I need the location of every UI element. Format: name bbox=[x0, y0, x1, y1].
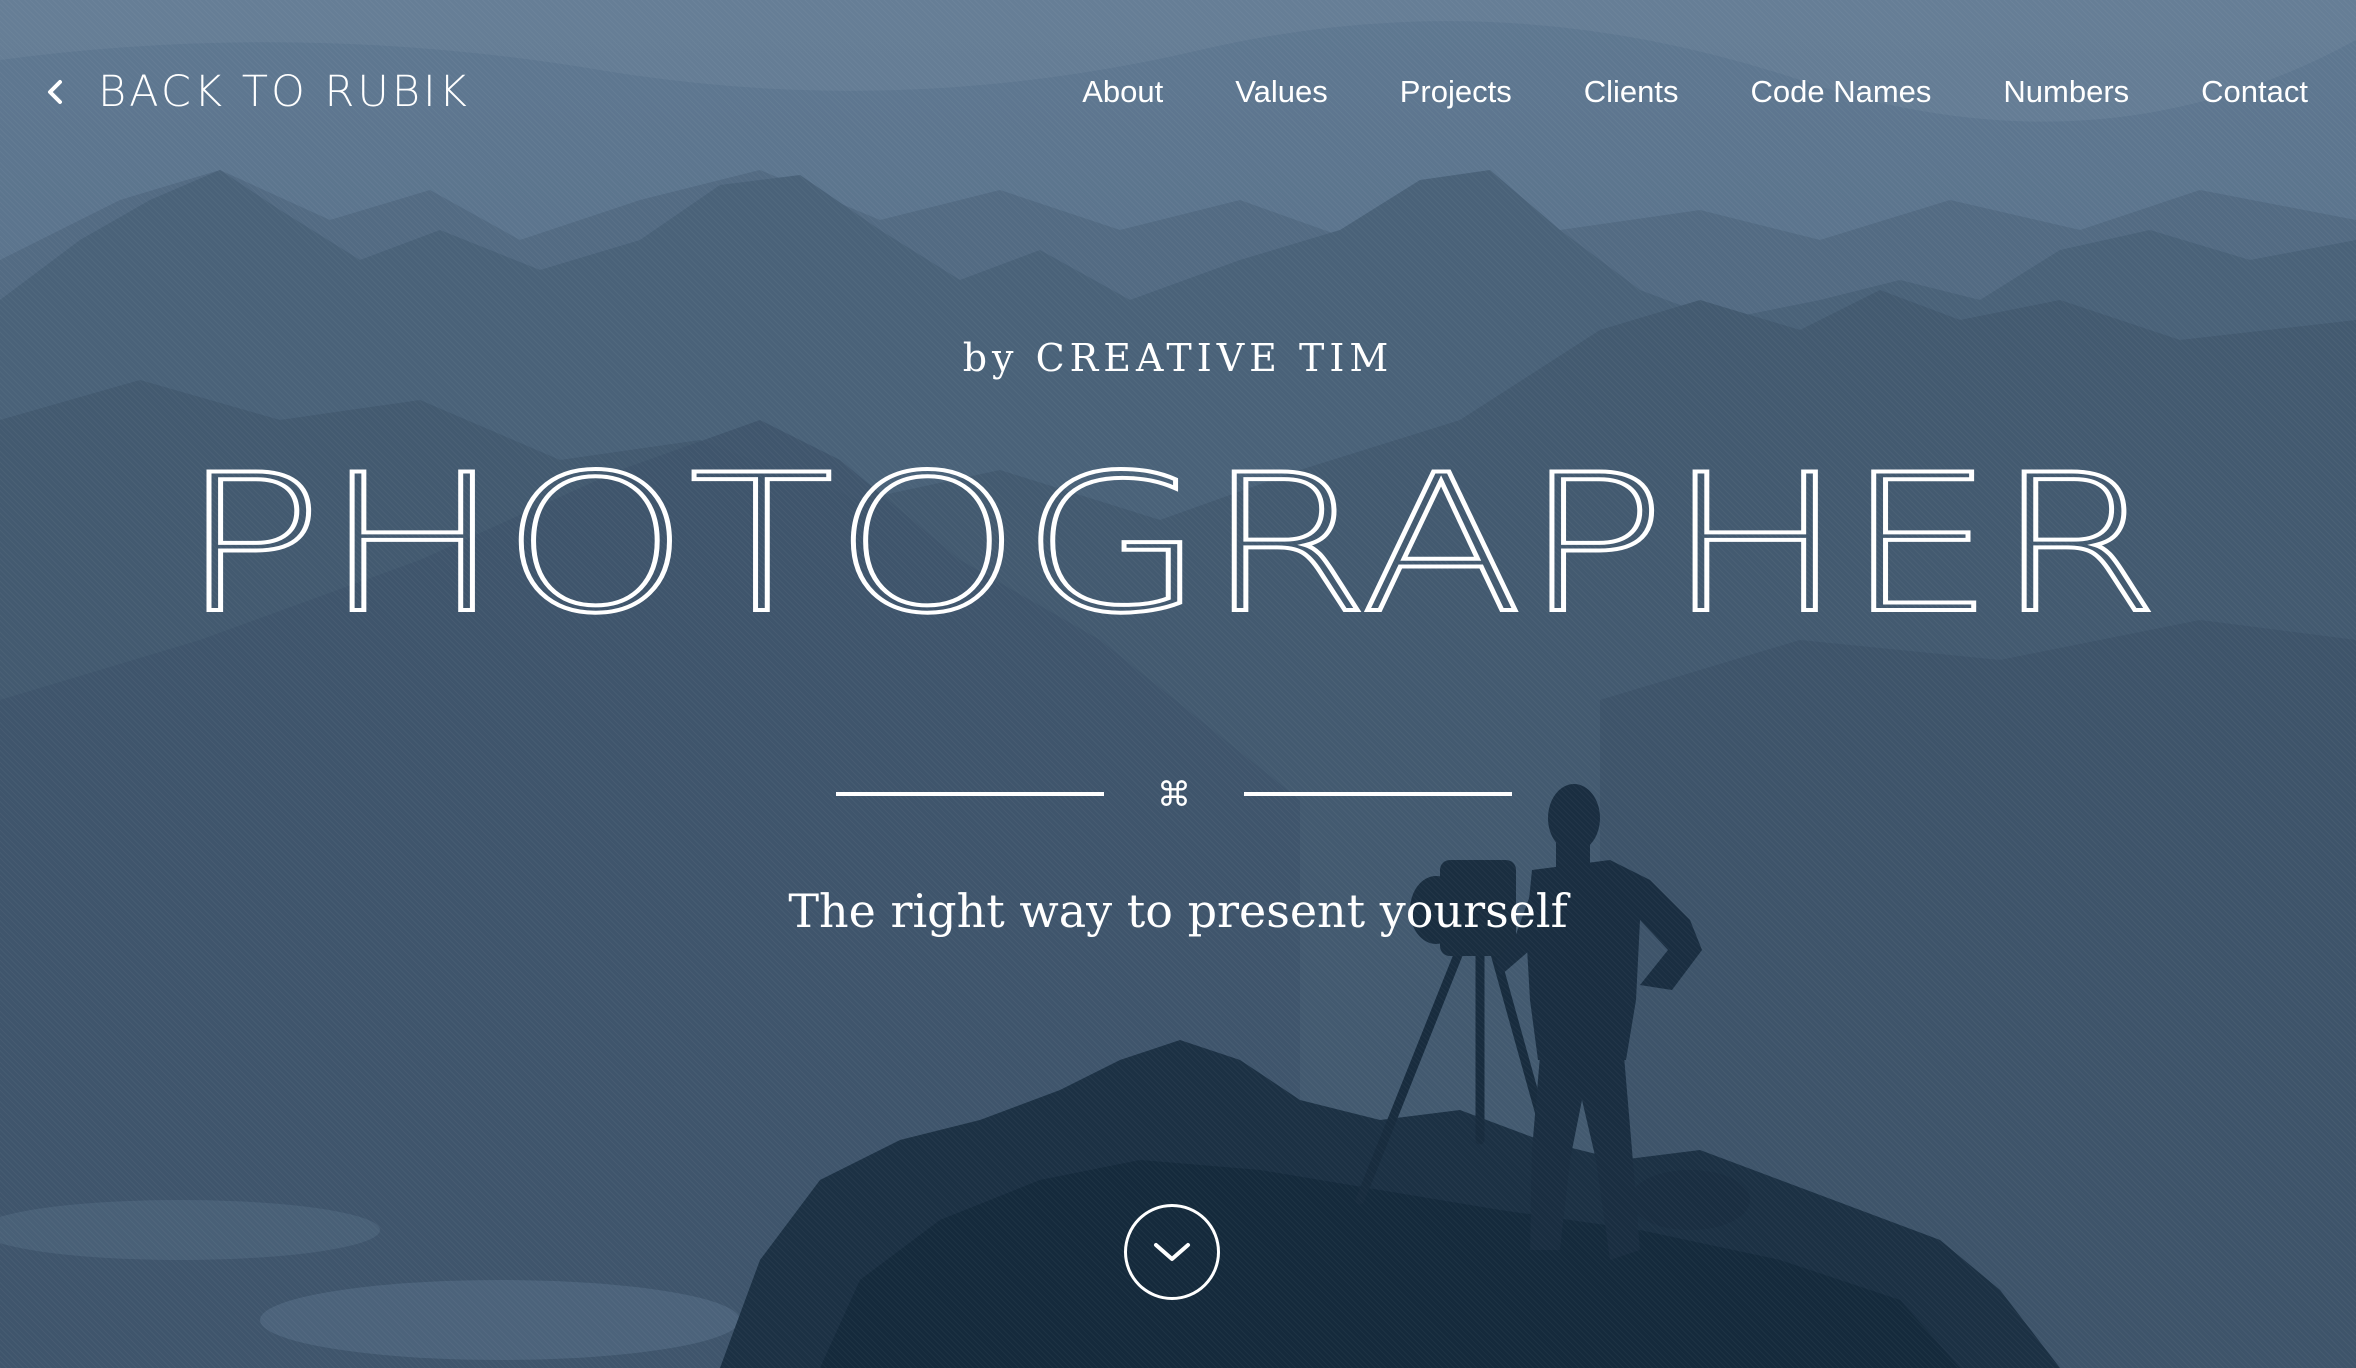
nav-item-about[interactable]: About bbox=[1082, 74, 1163, 110]
nav-item-clients[interactable]: Clients bbox=[1584, 74, 1679, 110]
back-to-rubik-label: BACK TO RUBIK bbox=[98, 67, 470, 117]
hero-tagline: The right way to present yourself bbox=[788, 884, 1568, 938]
scroll-down-button[interactable] bbox=[1124, 1204, 1220, 1300]
nav-item-projects[interactable]: Projects bbox=[1400, 74, 1512, 110]
hero-title-text: PHOTOGRAPHER bbox=[180, 460, 2160, 630]
chevron-left-icon bbox=[48, 80, 62, 104]
divider-line-right bbox=[1244, 792, 1512, 796]
back-to-rubik-link[interactable]: BACK TO RUBIK bbox=[40, 62, 470, 122]
hero-divider: ⌘ bbox=[836, 770, 1512, 820]
nav-item-contact[interactable]: Contact bbox=[2201, 74, 2308, 110]
nav-item-values[interactable]: Values bbox=[1235, 74, 1328, 110]
hero-section: BACK TO RUBIK About Values Projects Clie… bbox=[0, 0, 2356, 1368]
main-navigation: About Values Projects Clients Code Names… bbox=[1082, 62, 2308, 122]
hero-title: PHOTOGRAPHER bbox=[178, 460, 2162, 630]
chevron-down-icon bbox=[1154, 1243, 1190, 1261]
hero-byline: by CREATIVE TIM bbox=[962, 336, 1394, 380]
nav-item-numbers[interactable]: Numbers bbox=[2003, 74, 2129, 110]
hero-background-image bbox=[0, 0, 2356, 1368]
nav-item-code-names[interactable]: Code Names bbox=[1750, 74, 1931, 110]
